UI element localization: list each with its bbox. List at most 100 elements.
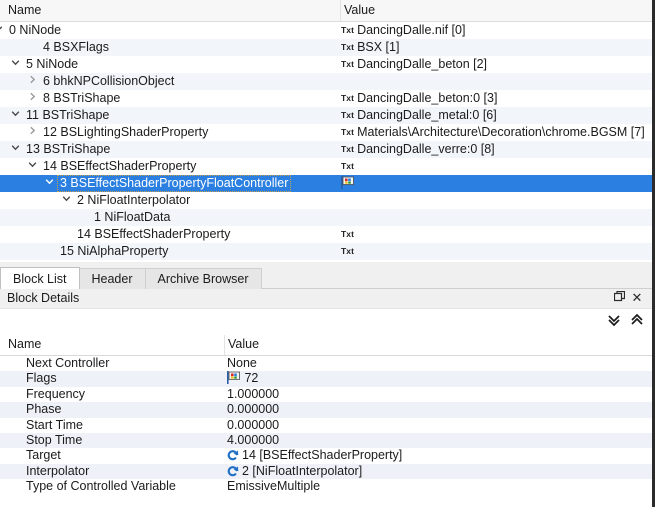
details-row-value-text: None bbox=[227, 356, 257, 370]
tree-row[interactable]: 5 NiNode Txt DancingDalle_beton [2] bbox=[0, 56, 652, 73]
tree-row-label[interactable]: 12 BSLightingShaderProperty bbox=[40, 124, 211, 141]
tree-row[interactable]: 13 BSTriShape Txt DancingDalle_verre:0 [8] bbox=[0, 141, 652, 158]
tree-column-header-value[interactable]: Value bbox=[344, 3, 375, 17]
details-row-value[interactable]: 4.000000 bbox=[227, 433, 279, 448]
tree-row-value[interactable]: Txt DancingDalle_metal:0 [6] bbox=[341, 107, 497, 124]
details-row[interactable]: Stop Time 4.000000 bbox=[0, 432, 652, 449]
tree-row-value[interactable]: Txt BSX [1] bbox=[341, 39, 399, 56]
details-row-value[interactable]: None bbox=[227, 356, 257, 371]
details-row[interactable]: Start Time 0.000000 bbox=[0, 418, 652, 433]
tree-row[interactable]: 15 NiAlphaProperty Txt bbox=[0, 243, 652, 260]
expand-all-icon[interactable] bbox=[606, 313, 622, 329]
tab-header[interactable]: Header bbox=[78, 268, 146, 289]
chevron-down-icon[interactable] bbox=[9, 107, 22, 124]
tab-archive-browser[interactable]: Archive Browser bbox=[144, 268, 262, 289]
tree-row-value[interactable]: Txt bbox=[341, 243, 357, 260]
details-row-value[interactable]: 0.000000 bbox=[227, 418, 279, 433]
details-row[interactable]: Frequency 1.000000 bbox=[0, 387, 652, 402]
details-row[interactable]: Phase 0.000000 bbox=[0, 402, 652, 418]
double-chevron-up-glyph bbox=[631, 313, 643, 325]
details-row[interactable]: Flags 72 bbox=[0, 371, 652, 387]
tree-row[interactable]: 6 bhkNPCollisionObject bbox=[0, 73, 652, 90]
txt-type-icon: Txt bbox=[341, 25, 355, 35]
tree-row-value-text: DancingDalle_metal:0 [6] bbox=[357, 108, 497, 122]
details-column-divider[interactable] bbox=[224, 335, 225, 355]
tree-row[interactable]: 12 BSLightingShaderProperty Txt Materials\… bbox=[0, 124, 652, 141]
tree-row-label[interactable]: 14 BSEffectShaderProperty bbox=[40, 158, 199, 175]
tree-row-label[interactable]: 0 NiNode bbox=[6, 22, 64, 39]
tree-row-label[interactable]: 1 NiFloatData bbox=[91, 209, 173, 226]
chevron-down-icon[interactable] bbox=[9, 56, 22, 73]
details-row-value-text: 1.000000 bbox=[227, 386, 280, 401]
tab-block-list[interactable]: Block List bbox=[0, 267, 80, 289]
txt-type-icon: Txt bbox=[341, 127, 355, 137]
chevron-down-icon[interactable] bbox=[9, 141, 22, 158]
tree-row[interactable]: 11 BSTriShape Txt DancingDalle_metal:0 [6] bbox=[0, 107, 652, 124]
chevron-right-icon[interactable] bbox=[26, 73, 39, 90]
tree-row[interactable]: 14 BSEffectShaderProperty Txt bbox=[0, 158, 652, 175]
chevron-right-icon[interactable] bbox=[26, 90, 39, 107]
tree-column-header-name[interactable]: Name bbox=[8, 3, 41, 17]
details-row-value[interactable]: 72 bbox=[227, 371, 258, 386]
tree-row-value[interactable] bbox=[341, 175, 355, 192]
chevron-right-icon[interactable] bbox=[26, 124, 39, 141]
details-row[interactable]: Target 14 [BSEffectShaderProperty] bbox=[0, 448, 652, 463]
details-row-value-text: 72 bbox=[244, 371, 259, 386]
chevron-down-icon[interactable] bbox=[60, 192, 73, 209]
tree-row[interactable]: 1 NiFloatData bbox=[0, 209, 652, 226]
tree-row-label[interactable]: 15 NiAlphaProperty bbox=[57, 243, 171, 260]
details-row-value-text: 4.000000 bbox=[227, 432, 280, 447]
tree-row-label[interactable]: 3 BSEffectShaderPropertyFloatController bbox=[57, 175, 292, 192]
details-row-name: Interpolator bbox=[26, 463, 90, 478]
float-window-glyph bbox=[613, 290, 625, 302]
txt-type-icon: Txt bbox=[341, 93, 355, 103]
tree-row-value[interactable]: Txt DancingDalle_beton [2] bbox=[341, 56, 487, 73]
tree-row-label[interactable]: 4 BSXFlags bbox=[40, 39, 112, 56]
tree-row[interactable]: 14 BSEffectShaderProperty Txt bbox=[0, 226, 652, 243]
chevron-down-icon[interactable] bbox=[43, 175, 56, 192]
details-row[interactable]: Type of Controlled Variable EmissiveMulti… bbox=[0, 479, 652, 494]
tree-row[interactable]: 2 NiFloatInterpolator bbox=[0, 192, 652, 209]
details-column-header-value[interactable]: Value bbox=[228, 337, 259, 351]
details-row[interactable]: Interpolator 2 [NiFloatInterpolator] bbox=[0, 463, 652, 480]
float-window-icon[interactable] bbox=[612, 290, 626, 305]
tree-row-label[interactable]: 13 BSTriShape bbox=[23, 141, 113, 158]
tree-row-label[interactable]: 11 BSTriShape bbox=[23, 107, 112, 124]
tree-row-value[interactable]: Txt Materials\Architecture\Decoration\chr… bbox=[341, 124, 645, 141]
tree-row-value-text: DancingDalle_verre:0 [8] bbox=[357, 142, 495, 156]
details-row-value-text: 14 [BSEffectShaderProperty] bbox=[242, 448, 403, 463]
details-row-value[interactable]: 0.000000 bbox=[227, 402, 279, 417]
details-column-header: Name Value bbox=[0, 335, 652, 356]
flag-icon bbox=[227, 371, 241, 385]
collapse-all-icon[interactable] bbox=[629, 313, 645, 329]
bottom-tab-bar: Block List Header Archive Browser bbox=[0, 262, 655, 289]
tree-row[interactable]: 8 BSTriShape Txt DancingDalle_beton:0 [3] bbox=[0, 90, 652, 107]
details-row-value[interactable]: 14 [BSEffectShaderProperty] bbox=[227, 448, 402, 463]
details-row[interactable]: Next Controller None bbox=[0, 356, 652, 371]
chevron-down-icon[interactable] bbox=[0, 22, 5, 39]
txt-type-icon: Txt bbox=[341, 144, 355, 154]
txt-type-icon: Txt bbox=[341, 59, 355, 69]
tree-row-value[interactable]: Txt bbox=[341, 158, 357, 175]
chevron-down-icon[interactable] bbox=[26, 158, 39, 175]
tree-row-label[interactable]: 8 BSTriShape bbox=[40, 90, 123, 107]
tree-row[interactable]: 3 BSEffectShaderPropertyFloatController bbox=[0, 175, 652, 192]
tree-row-label[interactable]: 14 BSEffectShaderProperty bbox=[74, 226, 233, 243]
tree-column-divider[interactable] bbox=[340, 0, 341, 21]
tree-row[interactable]: 4 BSXFlags Txt BSX [1] bbox=[0, 39, 652, 56]
tree-row-label[interactable]: 2 NiFloatInterpolator bbox=[74, 192, 193, 209]
tree-row-value[interactable]: Txt DancingDalle.nif [0] bbox=[341, 22, 465, 39]
tree-row-value[interactable]: Txt DancingDalle_beton:0 [3] bbox=[341, 90, 497, 107]
tree-row[interactable]: 0 NiNode Txt DancingDalle.nif [0] bbox=[0, 22, 652, 39]
details-row-value[interactable]: 2 [NiFloatInterpolator] bbox=[227, 464, 362, 479]
details-row-value[interactable]: EmissiveMultiple bbox=[227, 479, 320, 494]
details-row-value-text: 0.000000 bbox=[227, 402, 280, 417]
details-column-header-name[interactable]: Name bbox=[8, 337, 41, 351]
close-icon[interactable]: ✕ bbox=[630, 291, 644, 305]
details-row-value[interactable]: 1.000000 bbox=[227, 387, 279, 402]
tree-row-value[interactable]: Txt bbox=[341, 226, 357, 243]
tree-row-value[interactable]: Txt DancingDalle_verre:0 [8] bbox=[341, 141, 495, 158]
tree-row-label[interactable]: 6 bhkNPCollisionObject bbox=[40, 73, 177, 90]
tree-row-label[interactable]: 5 NiNode bbox=[23, 56, 81, 73]
tab-strip: Block List Header Archive Browser bbox=[0, 267, 262, 289]
